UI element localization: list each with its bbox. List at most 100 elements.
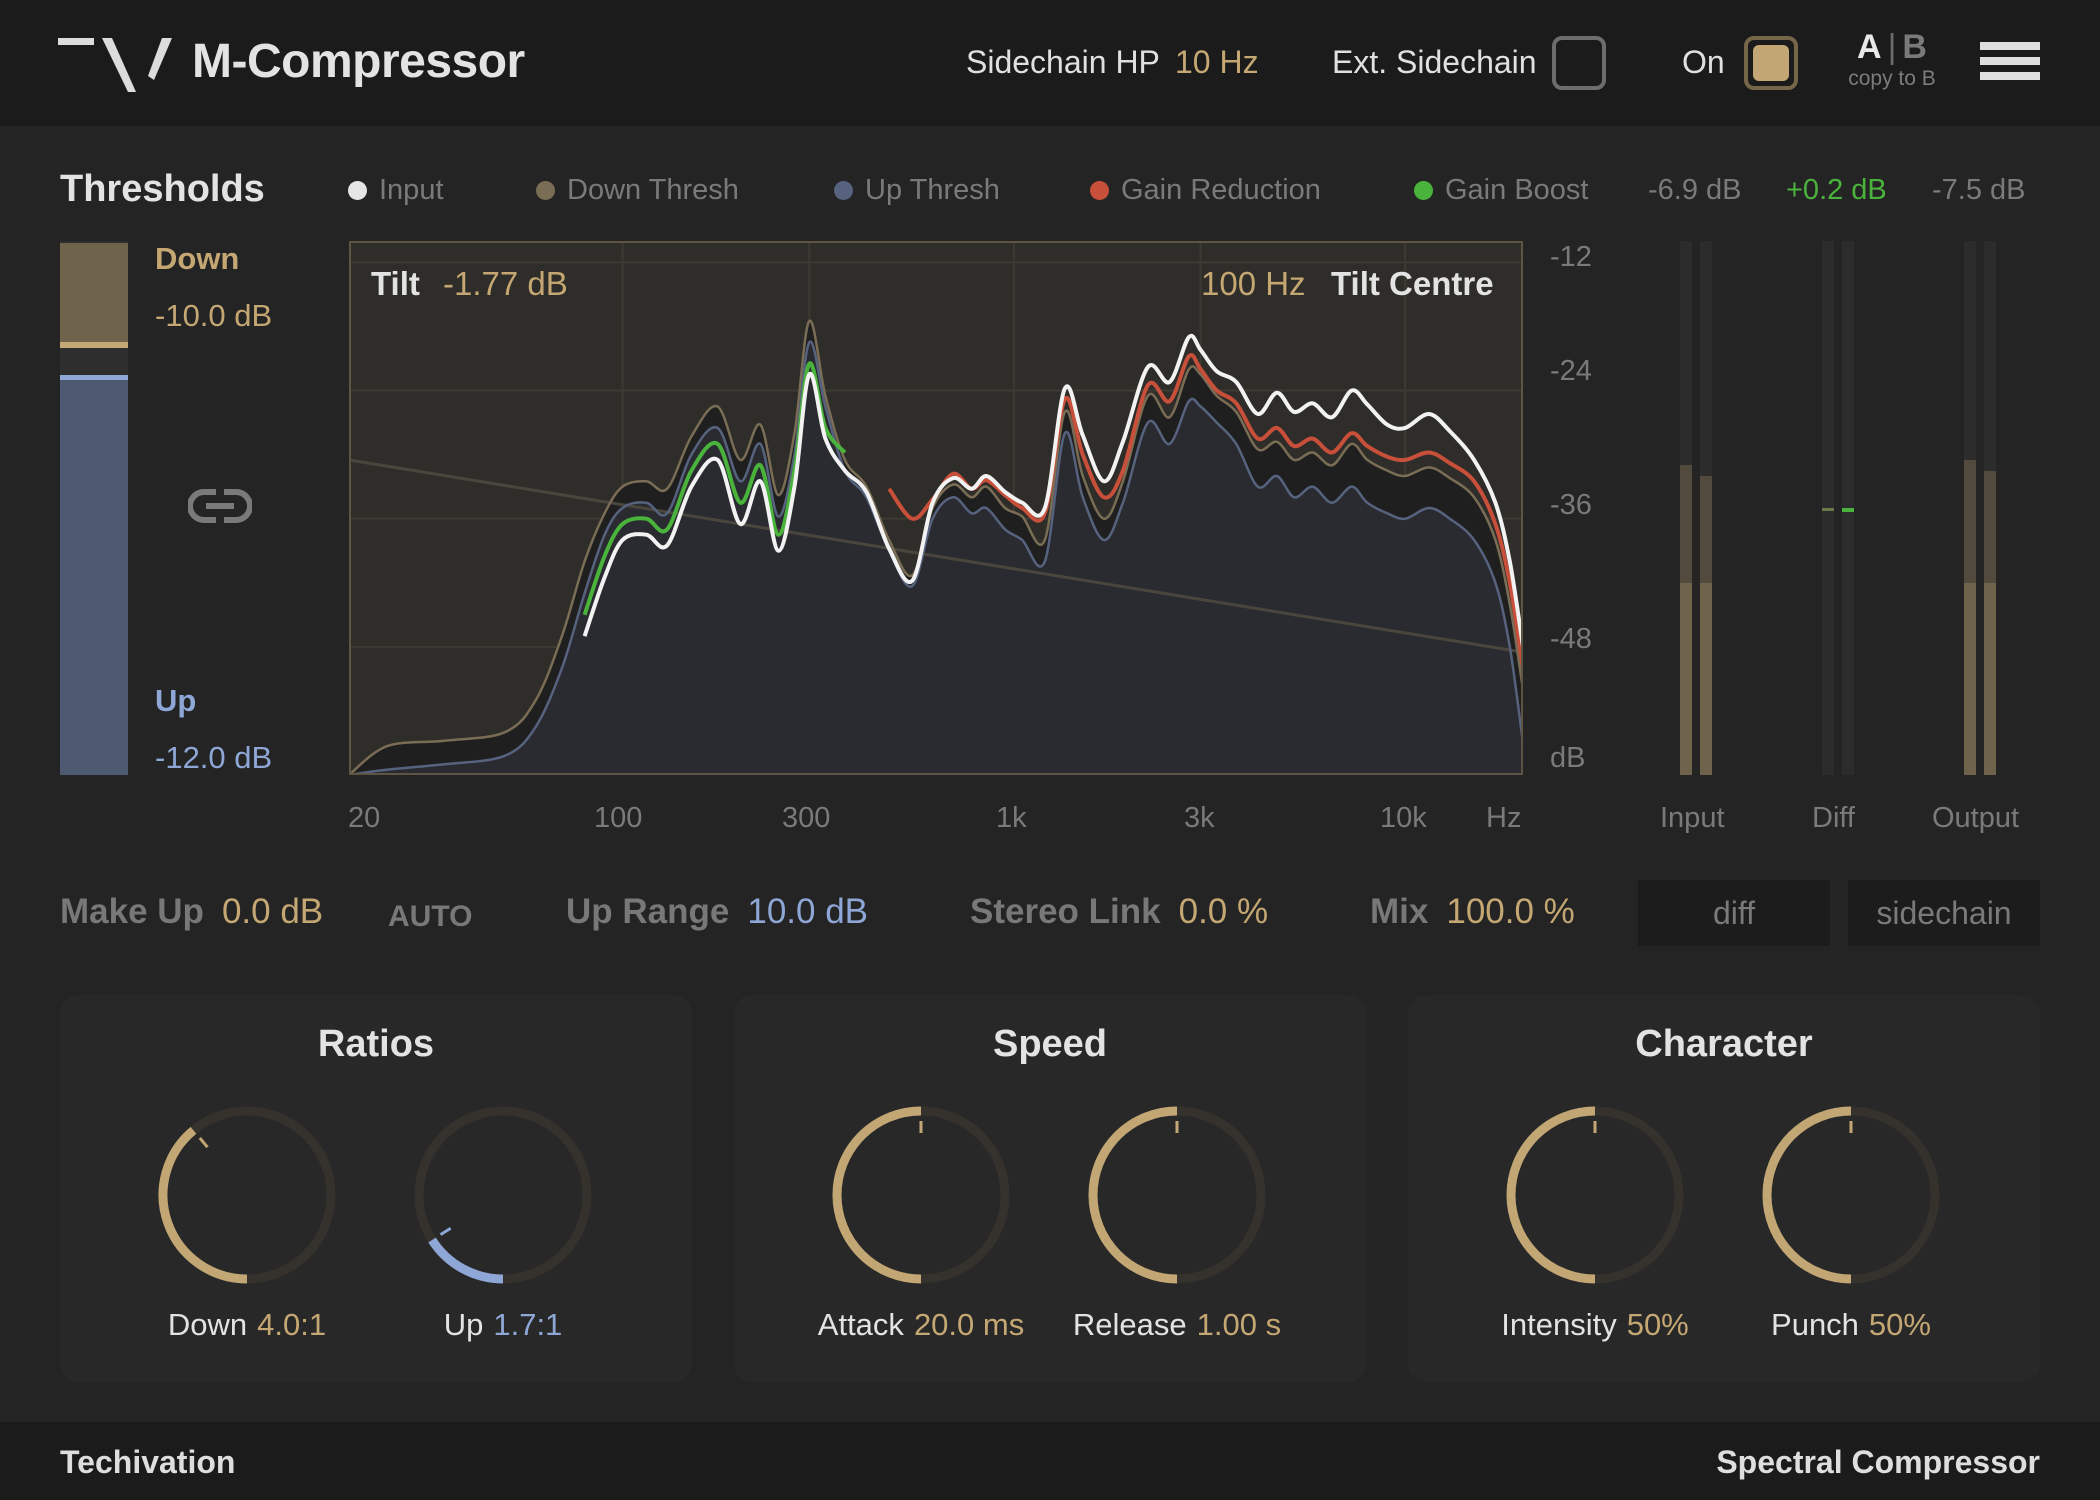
legend-label: Gain Boost (1445, 174, 1589, 206)
makeup-value[interactable]: 0.0 dB (222, 892, 323, 932)
diff-meter-mark (1842, 508, 1854, 512)
meter-rms-fill (1964, 583, 1976, 775)
copy-to-b-button[interactable]: copy to B (1842, 67, 1942, 91)
thresholds-title: Thresholds (60, 168, 265, 210)
freq-tick-label: 3k (1184, 802, 1215, 834)
knob-value-arc (158, 1126, 248, 1284)
knob-release[interactable] (1085, 1103, 1269, 1287)
output-meter-channel (1984, 241, 1996, 775)
knob-value[interactable]: 20.0 ms (914, 1307, 1024, 1342)
stereo-link-param[interactable]: Stereo Link 0.0 % (970, 892, 1268, 932)
up-range-value[interactable]: 10.0 dB (747, 892, 868, 932)
knob-label-up: Up 1.7:1 (444, 1307, 563, 1343)
mix-param[interactable]: Mix 100.0 % (1370, 892, 1575, 932)
freq-tick-label: 300 (782, 802, 831, 834)
knob-value[interactable]: 50% (1627, 1307, 1689, 1342)
on-checkbox[interactable] (1744, 36, 1798, 90)
diff-meter-channel (1842, 241, 1854, 775)
hamburger-menu-icon[interactable] (1980, 42, 2040, 82)
tilt-value[interactable]: -1.77 dB (443, 265, 568, 303)
output-readout: -7.5 dB (1932, 174, 2026, 206)
knob-value[interactable]: 1.00 s (1197, 1307, 1281, 1342)
knob-value[interactable]: 50% (1869, 1307, 1931, 1342)
freq-tick-label: Hz (1486, 802, 1522, 834)
diff-meter-label: Diff (1812, 802, 1855, 834)
spectrum-graph[interactable]: Tilt -1.77 dB 100 Hz Tilt Centre (349, 241, 1523, 775)
knob-pointer (439, 1226, 452, 1236)
freq-tick-label: 1k (996, 802, 1027, 834)
ab-a-button[interactable]: A (1857, 28, 1882, 66)
panel-ratios: Ratios Down 4.0:1 Up 1.7:1 (60, 995, 692, 1382)
mix-label: Mix (1370, 892, 1429, 931)
on-label: On (1682, 44, 1725, 80)
product-name: Spectral Compressor (1716, 1444, 2040, 1480)
threshold-slider[interactable] (60, 241, 128, 775)
knob-value[interactable]: 4.0:1 (257, 1307, 326, 1342)
mix-value[interactable]: 100.0 % (1446, 892, 1574, 932)
ext-sidechain-checkbox[interactable] (1552, 36, 1606, 90)
legend-label: Gain Reduction (1121, 174, 1321, 206)
knob-attack[interactable] (829, 1103, 1013, 1287)
up-range-param[interactable]: Up Range 10.0 dB (566, 892, 868, 932)
down-threshold-value[interactable]: -10.0 dB (155, 298, 272, 334)
meter-rms-fill (1984, 583, 1996, 775)
makeup-param[interactable]: Make Up 0.0 dB (60, 892, 323, 932)
diff-meter-mark (1822, 508, 1834, 511)
knob-value[interactable]: 1.7:1 (493, 1307, 562, 1342)
footer-bar: Techivation Spectral Compressor (0, 1422, 2100, 1500)
stereo-link-value[interactable]: 0.0 % (1179, 892, 1269, 932)
down-threshold-label: Down (155, 241, 240, 276)
legend-label: Down Thresh (567, 174, 739, 206)
legend-dot-icon (536, 181, 555, 200)
diff-meter-channel (1822, 241, 1834, 775)
legend-dot-icon (348, 181, 367, 200)
link-icon[interactable] (188, 486, 252, 526)
up-threshold-fill (60, 380, 128, 775)
input-meter-label: Input (1660, 802, 1725, 834)
sidechain-hp-label: Sidechain HP (966, 44, 1160, 80)
panel-title: Speed (992, 1023, 1108, 1065)
ab-compare[interactable]: A | B copy to B (1842, 28, 1942, 91)
panel-title: Character (1635, 1023, 1813, 1065)
knob-name: Punch (1771, 1307, 1859, 1342)
auto-makeup-button[interactable]: AUTO (388, 900, 472, 934)
knob-name: Intensity (1501, 1307, 1617, 1342)
panel-character: Character Intensity 50% Punch 50% (1408, 995, 2040, 1382)
knob-up[interactable] (411, 1103, 595, 1287)
up-threshold-handle[interactable] (60, 375, 128, 380)
ab-separator: | (1887, 28, 1897, 66)
up-range-label: Up Range (566, 892, 730, 931)
knob-label-release: Release 1.00 s (1073, 1307, 1281, 1343)
freq-tick-label: 20 (348, 802, 381, 834)
down-threshold-handle[interactable] (60, 342, 128, 348)
ab-b-button[interactable]: B (1902, 28, 1927, 66)
freq-tick-label: 100 (594, 802, 643, 834)
meter-rms-fill (1700, 583, 1712, 775)
knob-down[interactable] (155, 1103, 339, 1287)
sidechain-hp-value[interactable]: 10 Hz (1175, 44, 1259, 81)
ab-letters: A | B (1842, 28, 1942, 67)
panel-speed: Speed Attack 20.0 ms Release 1.00 s (734, 995, 1366, 1382)
tilt-centre-value[interactable]: 100 Hz (1201, 265, 1306, 303)
sidechain-button[interactable]: sidechain (1848, 880, 2040, 946)
makeup-label: Make Up (60, 892, 204, 931)
knob-name: Down (167, 1307, 248, 1342)
knob-intensity[interactable] (1503, 1103, 1687, 1287)
diff-button[interactable]: diff (1638, 880, 1830, 946)
knob-label-attack: Attack 20.0 ms (818, 1307, 1024, 1343)
legend-label: Up Thresh (865, 174, 1000, 206)
knob-value-arc (1088, 1106, 1178, 1284)
legend-item: Up Thresh (834, 174, 1000, 207)
legend-item: Gain Reduction (1090, 174, 1321, 207)
knob-punch[interactable] (1759, 1103, 1943, 1287)
techivation-logo-icon (58, 38, 172, 92)
up-threshold-value[interactable]: -12.0 dB (155, 740, 272, 776)
knob-pointer (198, 1137, 209, 1149)
knob-value-arc (428, 1237, 504, 1284)
knob-value-arc (832, 1106, 922, 1284)
legend-item: Down Thresh (536, 174, 739, 207)
knob-name: Attack (817, 1307, 904, 1342)
db-tick-label: -36 (1550, 489, 1592, 521)
brand-name: Techivation (60, 1444, 236, 1480)
knob-name: Release (1072, 1307, 1187, 1342)
